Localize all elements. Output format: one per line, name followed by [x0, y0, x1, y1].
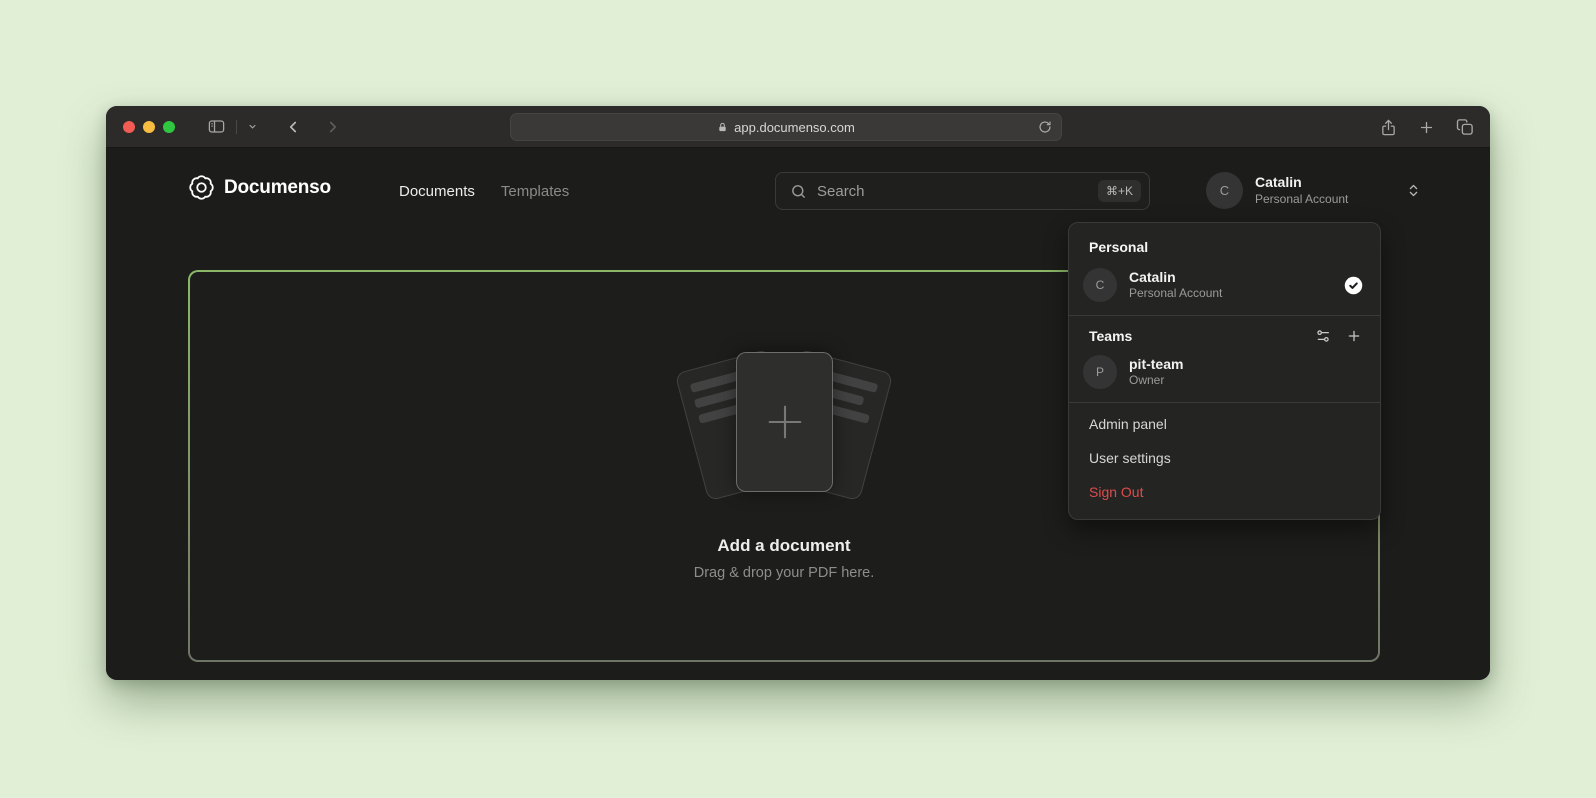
minimize-button[interactable]: [143, 121, 155, 133]
tab-overview-icon[interactable]: [1456, 118, 1474, 136]
address-bar[interactable]: app.documenso.com: [510, 113, 1062, 141]
team-role: Owner: [1129, 373, 1183, 389]
add-document-card: [736, 352, 833, 492]
nav-documents[interactable]: Documents: [399, 183, 475, 200]
personal-account-name: Catalin: [1129, 268, 1222, 286]
avatar: P: [1083, 355, 1117, 389]
teams-section-label: Teams: [1089, 328, 1132, 344]
lock-icon: [717, 121, 728, 134]
nav-templates[interactable]: Templates: [501, 183, 569, 200]
browser-titlebar: app.documenso.com: [106, 106, 1490, 148]
avatar: C: [1083, 268, 1117, 302]
sidebar-toggle-icon[interactable]: [199, 113, 234, 141]
back-button-icon[interactable]: [276, 113, 310, 141]
search-bar: ⌘+K: [775, 172, 1150, 210]
documenso-logo-icon: [188, 174, 215, 201]
primary-nav: Documents Templates: [399, 174, 569, 209]
team-name: pit-team: [1129, 355, 1183, 373]
menu-item-team-pit-team[interactable]: P pit-team Owner: [1069, 348, 1380, 398]
reload-icon[interactable]: [1038, 120, 1052, 134]
menu-item-user-settings[interactable]: User settings: [1069, 441, 1380, 475]
brand[interactable]: Documenso: [188, 174, 331, 201]
dropzone-title: Add a document: [717, 536, 850, 556]
search-input[interactable]: [817, 183, 1098, 200]
personal-section-label: Personal: [1069, 229, 1380, 261]
account-menu-button[interactable]: C Catalin Personal Account: [1206, 172, 1421, 209]
maximize-button[interactable]: [163, 121, 175, 133]
url-text: app.documenso.com: [734, 120, 855, 135]
menu-item-sign-out[interactable]: Sign Out: [1069, 475, 1380, 509]
dropzone-subtitle: Drag & drop your PDF here.: [694, 565, 875, 581]
avatar: C: [1206, 172, 1243, 209]
share-icon[interactable]: [1380, 118, 1397, 137]
search-icon: [790, 183, 807, 200]
close-button[interactable]: [123, 121, 135, 133]
sidebar-chevron-down-icon[interactable]: [239, 113, 266, 141]
plus-icon: [762, 399, 808, 445]
manage-teams-icon[interactable]: [1315, 328, 1331, 344]
personal-account-subtitle: Personal Account: [1129, 286, 1222, 302]
window-controls: [123, 121, 175, 133]
browser-window: app.documenso.com: [106, 106, 1490, 680]
app-content: Documenso Documents Templates ⌘+K C Cata…: [106, 148, 1490, 680]
account-name: Catalin: [1255, 174, 1348, 192]
account-dropdown-menu: Personal C Catalin Personal Account: [1068, 222, 1381, 520]
account-subtitle: Personal Account: [1255, 192, 1348, 207]
add-team-plus-icon[interactable]: [1346, 328, 1362, 344]
search-shortcut-badge: ⌘+K: [1098, 180, 1141, 202]
new-tab-plus-icon[interactable]: [1418, 119, 1435, 136]
chevrons-up-down-icon: [1406, 183, 1421, 198]
toolbar-divider: [236, 120, 237, 134]
brand-name: Documenso: [224, 177, 331, 199]
menu-divider: [1069, 402, 1380, 403]
menu-divider: [1069, 315, 1380, 316]
document-stack-illustration: [684, 352, 884, 500]
menu-item-admin-panel[interactable]: Admin panel: [1069, 407, 1380, 441]
menu-item-personal-account[interactable]: C Catalin Personal Account: [1069, 261, 1380, 311]
forward-button-icon[interactable]: [316, 113, 350, 141]
check-circle-icon: [1343, 275, 1364, 296]
